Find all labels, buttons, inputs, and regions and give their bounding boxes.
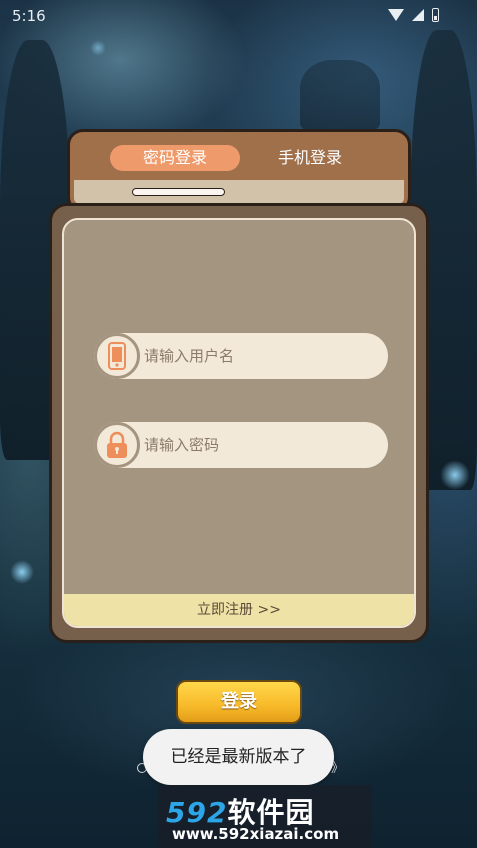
login-form-panel: 立即注册 >>: [62, 218, 416, 628]
castle-silhouette: [300, 60, 380, 130]
login-button[interactable]: 登录: [176, 680, 302, 724]
password-input[interactable]: [144, 422, 374, 468]
register-link[interactable]: 立即注册 >>: [64, 594, 414, 626]
login-form-card: 立即注册 >>: [49, 203, 429, 643]
lock-icon: [94, 422, 140, 468]
status-icons: [388, 8, 439, 22]
tab-strip: [74, 180, 404, 204]
light-orb: [10, 560, 34, 584]
battery-icon: [432, 8, 439, 22]
tab-indicator: [132, 188, 225, 196]
tab-password-login[interactable]: 密码登录: [110, 145, 240, 171]
watermark-url: www.592xiazai.com: [172, 825, 340, 843]
light-orb: [440, 460, 470, 490]
status-bar: 5:16: [0, 0, 477, 32]
watermark: 592软件园 www.592xiazai.com: [158, 785, 372, 848]
status-time: 5:16: [12, 7, 46, 25]
username-input[interactable]: [144, 333, 374, 379]
username-field[interactable]: [94, 333, 388, 379]
toast-message: 已经是最新版本了: [143, 729, 334, 785]
password-field[interactable]: [94, 422, 388, 468]
login-tab-card: 密码登录 手机登录: [67, 129, 411, 213]
wifi-icon: [388, 9, 404, 21]
signal-icon: [412, 9, 424, 21]
light-orb: [90, 40, 106, 56]
phone-icon: [94, 333, 140, 379]
tab-phone-login[interactable]: 手机登录: [260, 145, 360, 171]
